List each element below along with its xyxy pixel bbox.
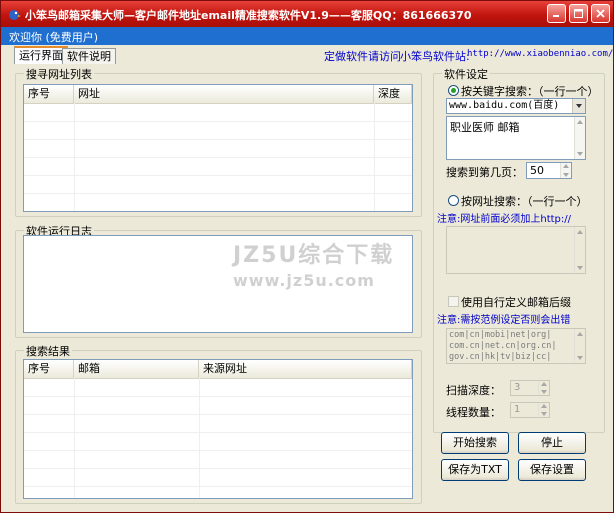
minimize-button[interactable] (547, 4, 566, 23)
results-header: 序号 邮箱 来源网址 (24, 360, 412, 379)
url-textarea-scrollbar[interactable] (574, 227, 585, 273)
stop-button[interactable]: 停止 (518, 432, 586, 454)
pages-spinner[interactable]: 50 (526, 162, 572, 179)
results-title: 搜索结果 (24, 343, 72, 359)
url-list-title: 搜寻网址列表 (24, 66, 94, 82)
custom-software-link[interactable]: 定做软件请访问 (324, 48, 401, 64)
tab-software-help[interactable]: 软件说明 (62, 48, 116, 64)
welcome-bar: 欢迎你 (免费用户) (1, 27, 613, 45)
maximize-button[interactable] (569, 4, 588, 23)
threads-value: 1 (514, 404, 521, 415)
suffix-scrollbar[interactable] (574, 329, 585, 363)
keywords-textarea[interactable]: 职业医师 邮箱 (446, 116, 586, 160)
keyword-mode-radio[interactable] (448, 85, 459, 96)
scan-depth-spin-buttons[interactable] (538, 381, 549, 395)
url-list-group: 搜寻网址列表 序号 网址 深度 (15, 66, 422, 217)
title-bar[interactable]: 小笨鸟邮箱采集大师—客户邮件地址email精准搜索软件V1.9——客服QQ：86… (1, 1, 613, 27)
save-txt-button[interactable]: 保存为TXT (441, 459, 509, 481)
suffix-note: 注意:需按范例设定否则会出错 (437, 315, 571, 326)
suffix-line: com.cn|net.cn|org.cn| (449, 341, 557, 351)
custom-suffix-checkbox[interactable] (448, 296, 459, 307)
threads-spinner[interactable]: 1 (510, 402, 550, 418)
url-list-textarea[interactable] (446, 226, 586, 274)
tab-run-interface[interactable]: 运行界面 (14, 46, 68, 65)
site-label-link[interactable]: 小笨鸟软件站: (400, 48, 470, 64)
col-result-index[interactable]: 序号 (24, 360, 74, 378)
search-engine-select[interactable]: www.baidu.com(百度) (446, 98, 586, 114)
custom-suffix-label[interactable]: 使用自行定义邮箱后缀 (461, 294, 571, 310)
col-depth[interactable]: 深度 (374, 85, 412, 103)
url-list-header: 序号 网址 深度 (24, 85, 412, 104)
scan-depth-spinner[interactable]: 3 (510, 380, 550, 396)
tab-bar: 运行界面 软件说明 定做软件请访问 小笨鸟软件站: http://www.xia… (1, 45, 613, 65)
col-source-url[interactable]: 来源网址 (199, 360, 412, 378)
col-url[interactable]: 网址 (74, 85, 374, 103)
chevron-down-icon[interactable] (572, 99, 585, 113)
url-list-table[interactable]: 序号 网址 深度 (23, 84, 413, 212)
app-bird-icon (9, 10, 21, 20)
scan-depth-label: 扫描深度： (446, 384, 501, 397)
main-window: 小笨鸟邮箱采集大师—客户邮件地址email精准搜索软件V1.9——客服QQ：86… (0, 0, 614, 513)
site-url-link[interactable]: http://www.xiaobenniao.com/ (467, 49, 613, 59)
pages-value: 50 (530, 164, 544, 177)
maximize-icon (574, 9, 583, 18)
col-email[interactable]: 邮箱 (74, 360, 199, 378)
url-mode-label[interactable]: 按网址搜索：（一行一个） (461, 193, 588, 209)
results-table[interactable]: 序号 邮箱 来源网址 (23, 359, 413, 499)
keyword-mode-label[interactable]: 按关键字搜索：（一行一个） (461, 83, 599, 99)
results-group: 搜索结果 序号 邮箱 来源网址 (15, 343, 422, 504)
welcome-text: 欢迎你 (免费用户) (9, 31, 99, 44)
start-search-button[interactable]: 开始搜索 (441, 432, 509, 454)
window-title: 小笨鸟邮箱采集大师—客户邮件地址email精准搜索软件V1.9——客服QQ：86… (25, 9, 472, 22)
url-note: 注意:网址前面必须加上http:// (437, 214, 572, 225)
col-index[interactable]: 序号 (24, 85, 74, 103)
settings-title: 软件设定 (442, 66, 490, 82)
suffix-textarea[interactable]: com|cn|mobi|net|org| com.cn|net.cn|org.c… (446, 328, 586, 364)
minimize-icon (553, 15, 559, 17)
search-engine-value: www.baidu.com(百度) (449, 100, 560, 111)
pages-label: 搜索到第几页： (446, 166, 523, 179)
scan-depth-value: 3 (514, 382, 521, 393)
close-button[interactable] (591, 4, 610, 23)
close-icon (596, 9, 605, 18)
suffix-line: com|cn|mobi|net|org| (449, 330, 552, 340)
watermark-line1: JZ5U综合下载 (233, 243, 395, 268)
url-mode-radio[interactable] (448, 195, 459, 206)
save-settings-button[interactable]: 保存设置 (518, 459, 586, 481)
watermark: JZ5U综合下载 www.jz5u.com (233, 237, 394, 290)
threads-label: 线程数量： (446, 406, 501, 419)
keywords-value: 职业医师 邮箱 (450, 121, 520, 134)
threads-spin-buttons[interactable] (538, 403, 549, 417)
pages-spin-buttons[interactable] (560, 163, 571, 178)
watermark-line2: www.jz5u.com (233, 271, 375, 290)
keywords-scrollbar[interactable] (574, 117, 585, 159)
settings-group: 软件设定 按关键字搜索：（一行一个） www.baidu.com(百度) 职业医… (433, 66, 605, 433)
suffix-line: gov.cn|hk|tv|biz|cc| (449, 352, 552, 362)
